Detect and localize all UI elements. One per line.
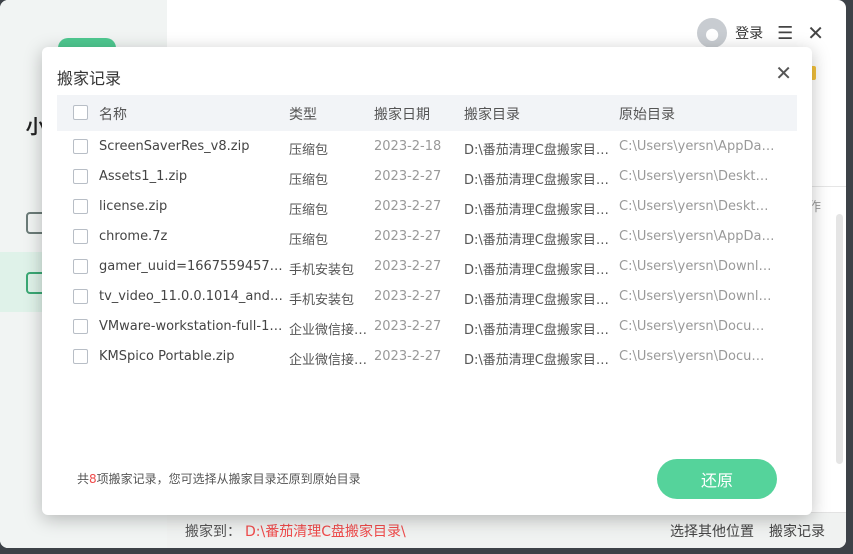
- table-row[interactable]: ScreenSaverRes_v8.zip 压缩包 2023-2-18 D:\番…: [57, 132, 797, 162]
- row-type: 企业微信接收...: [289, 323, 373, 338]
- table-row[interactable]: gamer_uuid=1667559457084_... 手机安装包 2023-…: [57, 252, 797, 282]
- row-orig: C:\Users\yersn\AppData\...: [619, 229, 775, 244]
- row-orig: C:\Users\yersn\Documen...: [619, 349, 775, 364]
- row-date: 2023-2-27: [374, 169, 442, 184]
- row-date: 2023-2-27: [374, 229, 442, 244]
- choose-other-location-link[interactable]: 选择其他位置: [670, 521, 754, 541]
- login-link[interactable]: 登录: [735, 23, 763, 43]
- row-date: 2023-2-27: [374, 199, 442, 214]
- row-dir: D:\番茄清理C盘搬家目录\...: [464, 293, 614, 308]
- row-checkbox[interactable]: [73, 259, 88, 274]
- summary-prefix: 共: [77, 472, 90, 486]
- row-orig: C:\Users\yersn\Documen...: [619, 319, 775, 334]
- row-dir: D:\番茄清理C盘搬家目录\...: [464, 353, 614, 368]
- row-name: ScreenSaverRes_v8.zip: [99, 139, 250, 154]
- summary-count: 8: [89, 472, 97, 486]
- row-type: 压缩包: [289, 203, 329, 218]
- table-row[interactable]: VMware-workstation-full-12.1.... 企业微信接收.…: [57, 312, 797, 342]
- row-checkbox[interactable]: [73, 199, 88, 214]
- row-name: gamer_uuid=1667559457084_...: [99, 259, 285, 274]
- move-to-path: D:\番茄清理C盘搬家目录\: [245, 523, 406, 540]
- column-header-dir[interactable]: 搬家目录: [464, 104, 520, 124]
- row-type: 企业微信接收...: [289, 353, 373, 368]
- row-dir: D:\番茄清理C盘搬家目录\...: [464, 323, 614, 338]
- close-icon[interactable]: ✕: [807, 21, 824, 45]
- move-records-dialog: 搬家记录 ✕ 名称 类型 搬家日期 搬家目录 原始目录 ScreenSaverR…: [42, 47, 812, 515]
- row-checkbox[interactable]: [73, 139, 88, 154]
- row-name: license.zip: [99, 199, 168, 214]
- records-summary: 共8项搬家记录，您可选择从搬家目录还原到原始目录: [77, 470, 361, 487]
- row-orig: C:\Users\yersn\Desktop\...: [619, 169, 775, 184]
- row-name: KMSpico Portable.zip: [99, 349, 235, 364]
- row-name: chrome.7z: [99, 229, 168, 244]
- column-header-date[interactable]: 搬家日期: [374, 104, 430, 124]
- row-checkbox[interactable]: [73, 289, 88, 304]
- row-type: 压缩包: [289, 173, 329, 188]
- restore-button[interactable]: 还原: [657, 459, 777, 499]
- row-name: tv_video_11.0.0.1014_android_...: [99, 289, 285, 304]
- bottom-bar: 搬家到： D:\番茄清理C盘搬家目录\ 选择其他位置 搬家记录: [167, 512, 846, 548]
- row-checkbox[interactable]: [73, 349, 88, 364]
- row-checkbox[interactable]: [73, 319, 88, 334]
- row-orig: C:\Users\yersn\AppData\...: [619, 139, 775, 154]
- select-all-checkbox[interactable]: [73, 105, 88, 120]
- table-row[interactable]: license.zip 压缩包 2023-2-27 D:\番茄清理C盘搬家目录\…: [57, 192, 797, 222]
- row-dir: D:\番茄清理C盘搬家目录\...: [464, 143, 614, 158]
- column-header-type[interactable]: 类型: [289, 104, 317, 124]
- row-name: VMware-workstation-full-12.1....: [99, 319, 285, 334]
- row-date: 2023-2-27: [374, 349, 442, 364]
- row-type: 手机安装包: [289, 263, 355, 278]
- close-icon[interactable]: ✕: [775, 61, 792, 85]
- top-bar: ● 登录 ☰ ✕: [697, 18, 824, 48]
- row-date: 2023-2-18: [374, 139, 442, 154]
- row-type: 压缩包: [289, 233, 329, 248]
- row-orig: C:\Users\yersn\Downloa...: [619, 259, 775, 274]
- row-date: 2023-2-27: [374, 259, 442, 274]
- row-type: 手机安装包: [289, 293, 355, 308]
- row-checkbox[interactable]: [73, 169, 88, 184]
- row-date: 2023-2-27: [374, 319, 442, 334]
- scrollbar[interactable]: [836, 214, 843, 464]
- row-dir: D:\番茄清理C盘搬家目录\...: [464, 203, 614, 218]
- row-date: 2023-2-27: [374, 289, 442, 304]
- row-checkbox[interactable]: [73, 229, 88, 244]
- table-header: 名称 类型 搬家日期 搬家目录 原始目录: [57, 95, 797, 131]
- column-header-name[interactable]: 名称: [99, 104, 127, 124]
- row-orig: C:\Users\yersn\Downloa...: [619, 289, 775, 304]
- table-row[interactable]: tv_video_11.0.0.1014_android_... 手机安装包 2…: [57, 282, 797, 312]
- move-records-link[interactable]: 搬家记录: [769, 521, 825, 541]
- column-header-orig[interactable]: 原始目录: [619, 104, 675, 124]
- row-dir: D:\番茄清理C盘搬家目录\...: [464, 263, 614, 278]
- move-to-label: 搬家到：: [185, 523, 241, 540]
- row-dir: D:\番茄清理C盘搬家目录\...: [464, 173, 614, 188]
- dialog-title: 搬家记录: [57, 69, 122, 88]
- avatar-icon[interactable]: ●: [697, 18, 728, 48]
- summary-suffix: 项搬家记录，您可选择从搬家目录还原到原始目录: [96, 472, 361, 486]
- row-dir: D:\番茄清理C盘搬家目录\...: [464, 233, 614, 248]
- row-name: Assets1_1.zip: [99, 169, 188, 184]
- table-row[interactable]: KMSpico Portable.zip 企业微信接收... 2023-2-27…: [57, 342, 797, 372]
- row-orig: C:\Users\yersn\Desktop\l...: [619, 199, 775, 214]
- row-type: 压缩包: [289, 143, 329, 158]
- table-row[interactable]: Assets1_1.zip 压缩包 2023-2-27 D:\番茄清理C盘搬家目…: [57, 162, 797, 192]
- table-row[interactable]: chrome.7z 压缩包 2023-2-27 D:\番茄清理C盘搬家目录\..…: [57, 222, 797, 252]
- menu-icon[interactable]: ☰: [777, 23, 793, 44]
